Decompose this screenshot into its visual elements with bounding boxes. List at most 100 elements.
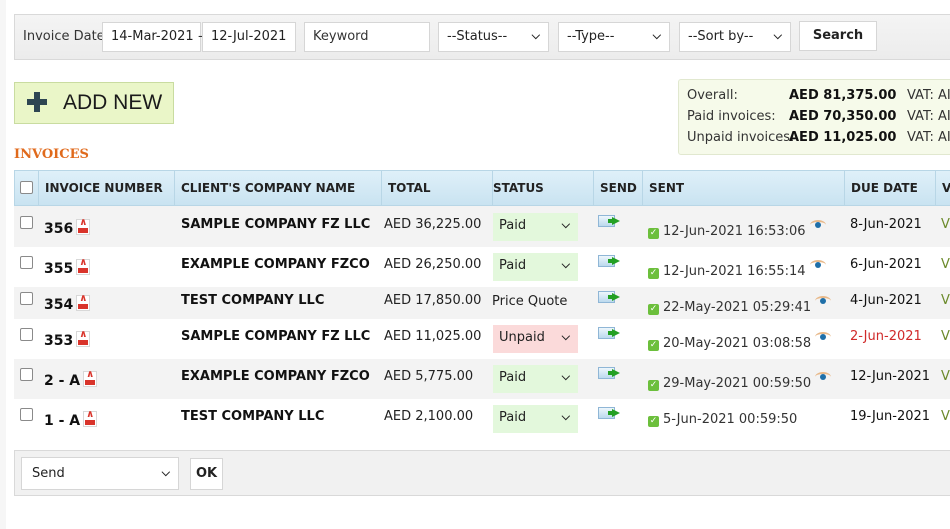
company-name: SAMPLE COMPANY FZ LLC <box>181 329 371 344</box>
chevron-down-icon: ⌵ <box>561 410 570 423</box>
invoice-total: AED 17,850.00 <box>384 293 482 308</box>
eye-icon[interactable] <box>815 332 832 341</box>
invoice-number[interactable]: 354 <box>44 297 73 313</box>
keyword-input[interactable]: Keyword <box>304 22 430 52</box>
ok-button[interactable]: OK <box>190 458 223 490</box>
invoice-total: AED 36,225.00 <box>384 217 482 232</box>
invoice-number[interactable]: 356 <box>44 221 73 237</box>
status-select[interactable]: Paid ⌵ <box>493 253 578 281</box>
type-filter-select[interactable]: --Type-- ⌵ <box>558 22 670 52</box>
invoice-number[interactable]: 1 - A <box>44 413 80 429</box>
summary-value: AED 70,350.00 <box>789 109 897 124</box>
chevron-down-icon: ⌵ <box>561 330 570 343</box>
row-checkbox[interactable] <box>20 216 33 229</box>
sort-select[interactable]: --Sort by-- ⌵ <box>679 22 791 52</box>
col-status[interactable]: STATUS <box>493 171 594 205</box>
col-due-date[interactable]: DUE DATE <box>845 171 936 205</box>
invoice-number-cell: 353 <box>44 329 91 349</box>
totals-summary: Overall: AED 81,375.00 VAT: AI Paid invo… <box>678 79 950 155</box>
page-edge <box>0 0 6 529</box>
chevron-down-icon: ⌵ <box>652 29 661 42</box>
plus-icon <box>27 92 47 112</box>
sent-timestamp: 20-May-2021 03:08:58 <box>663 336 812 351</box>
table-row[interactable]: 356 SAMPLE COMPANY FZ LLC AED 36,225.00 … <box>14 206 950 247</box>
send-email-icon[interactable] <box>598 406 622 420</box>
invoice-number-cell: 2 - A <box>44 369 98 389</box>
date-to-input[interactable]: 12-Jul-2021 <box>202 22 296 52</box>
invoice-total: AED 5,775.00 <box>384 369 474 384</box>
eye-icon[interactable] <box>809 220 826 229</box>
company-name: TEST COMPANY LLC <box>181 293 325 308</box>
pdf-icon[interactable] <box>76 293 91 311</box>
col-send[interactable]: SEND <box>594 171 643 205</box>
col-status-label: STATUS <box>493 181 544 195</box>
summary-vat: VAT: AI <box>907 88 950 103</box>
send-email-icon[interactable] <box>598 290 622 304</box>
status-value: Paid <box>499 410 527 425</box>
pdf-icon[interactable] <box>83 369 98 387</box>
invoice-total: AED 26,250.00 <box>384 257 482 272</box>
sent-cell: ✓ 12-Jun-2021 16:53:06 <box>648 220 826 239</box>
pdf-icon[interactable] <box>76 257 91 275</box>
pdf-icon[interactable] <box>76 329 91 347</box>
chevron-down-icon: ⌵ <box>561 258 570 271</box>
row-checkbox[interactable] <box>20 256 33 269</box>
invoice-total: AED 11,025.00 <box>384 329 482 344</box>
invoice-number-cell: 1 - A <box>44 409 98 429</box>
sent-timestamp: 29-May-2021 00:59:50 <box>663 376 812 391</box>
send-email-icon[interactable] <box>598 326 622 340</box>
invoice-number[interactable]: 2 - A <box>44 373 80 389</box>
search-button[interactable]: Search <box>799 21 877 51</box>
status-filter-select[interactable]: --Status-- ⌵ <box>438 22 549 52</box>
sent-timestamp: 22-May-2021 05:29:41 <box>663 300 812 315</box>
sent-timestamp: 5-Jun-2021 00:59:50 <box>663 412 798 427</box>
row-checkbox[interactable] <box>20 292 33 305</box>
invoice-number[interactable]: 355 <box>44 261 73 277</box>
table-header: INVOICE NUMBER CLIENT'S COMPANY NAME TOT… <box>14 170 950 206</box>
send-email-icon[interactable] <box>598 366 622 380</box>
row-checkbox[interactable] <box>20 408 33 421</box>
pdf-icon[interactable] <box>76 217 91 235</box>
table-row[interactable]: 354 TEST COMPANY LLC AED 17,850.00 Price… <box>14 287 950 319</box>
due-date: 4-Jun-2021 <box>850 293 922 308</box>
table-row[interactable]: 355 EXAMPLE COMPANY FZCO AED 26,250.00 P… <box>14 247 950 287</box>
company-name: EXAMPLE COMPANY FZCO <box>181 257 370 272</box>
v-cell: V <box>941 329 950 344</box>
due-date: 8-Jun-2021 <box>850 217 922 232</box>
date-from-input[interactable]: 14-Mar-2021 <box>102 22 201 52</box>
table-row[interactable]: 353 SAMPLE COMPANY FZ LLC AED 11,025.00 … <box>14 319 950 359</box>
eye-icon[interactable] <box>809 260 826 269</box>
eye-icon[interactable] <box>815 372 832 381</box>
v-cell: V <box>941 409 950 424</box>
status-select[interactable]: Unpaid ⌵ <box>493 325 578 353</box>
due-date: 2-Jun-2021 <box>850 329 922 344</box>
sent-cell: ✓ 12-Jun-2021 16:55:14 <box>648 260 826 279</box>
table-row[interactable]: 1 - A TEST COMPANY LLC AED 2,100.00 Paid… <box>14 399 950 439</box>
select-all-checkbox[interactable] <box>20 181 33 194</box>
status-select[interactable]: Paid ⌵ <box>493 405 578 433</box>
col-company-name[interactable]: CLIENT'S COMPANY NAME <box>175 171 382 205</box>
invoice-number[interactable]: 353 <box>44 333 73 349</box>
status-select[interactable]: Paid ⌵ <box>493 365 578 393</box>
col-sent[interactable]: SENT <box>643 171 845 205</box>
chevron-down-icon: ⌵ <box>561 370 570 383</box>
add-new-button[interactable]: ADD NEW <box>14 82 174 124</box>
send-email-icon[interactable] <box>598 214 622 228</box>
eye-icon[interactable] <box>815 296 832 305</box>
col-v[interactable]: V <box>936 171 950 205</box>
company-name: EXAMPLE COMPANY FZCO <box>181 369 370 384</box>
check-icon: ✓ <box>648 228 659 239</box>
send-email-icon[interactable] <box>598 254 622 268</box>
summary-label: Paid invoices: <box>687 109 776 124</box>
status-value: Unpaid <box>499 330 545 345</box>
col-total[interactable]: TOTAL <box>382 171 493 205</box>
col-invoice-number[interactable]: INVOICE NUMBER <box>39 171 175 205</box>
bulk-action-select[interactable]: Send ⌵ <box>21 457 179 490</box>
pdf-icon[interactable] <box>83 409 98 427</box>
status-select[interactable]: Paid ⌵ <box>493 213 578 241</box>
table-row[interactable]: 2 - A EXAMPLE COMPANY FZCO AED 5,775.00 … <box>14 359 950 399</box>
arrow-head <box>612 257 620 265</box>
arrow-head <box>612 217 620 225</box>
row-checkbox[interactable] <box>20 368 33 381</box>
row-checkbox[interactable] <box>20 328 33 341</box>
